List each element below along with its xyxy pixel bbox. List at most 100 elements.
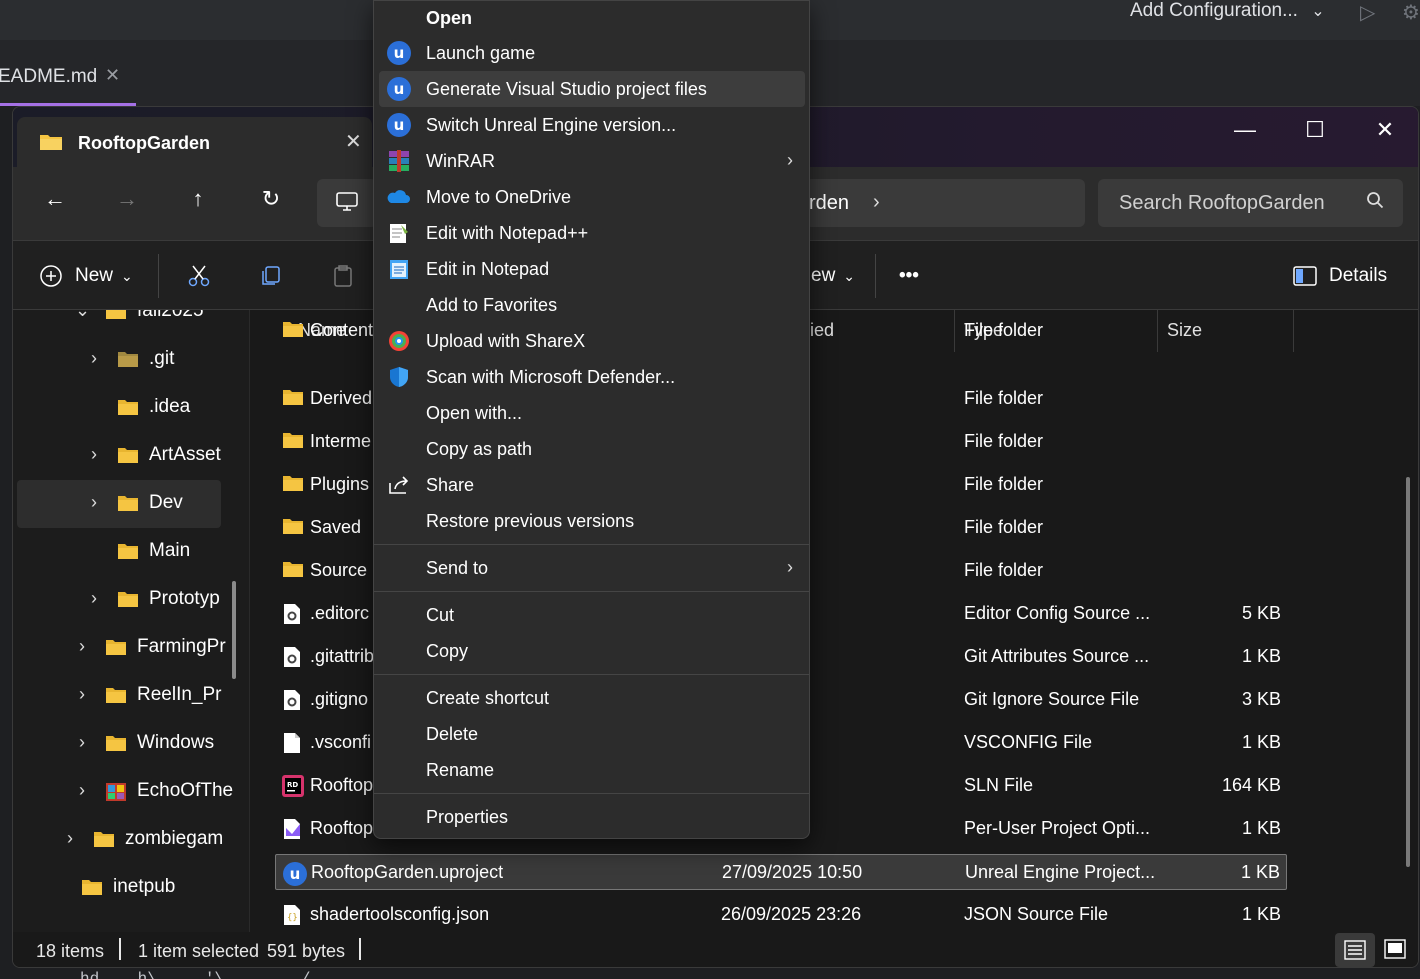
cut-icon[interactable] [187,241,211,311]
menu-item-upload-with-sharex[interactable]: Upload with ShareX [379,323,805,359]
chevron-right-icon[interactable]: › [873,191,880,214]
folder-icon [117,398,139,422]
nav-item-echoofthe[interactable]: › EchoOfThe [17,768,233,816]
details-pane-button[interactable]: Details [1293,241,1387,311]
run-icon[interactable]: ▷ [1360,0,1375,25]
ide-editor-tab[interactable]: EADME.md ✕ [0,62,136,106]
close-icon[interactable]: ✕ [345,129,362,154]
config-file-icon [282,689,304,711]
nav-item-label: FarmingPr [137,636,226,657]
file-date: 27/09/2025 10:50 [722,862,863,882]
menu-item-edit-with-notepad[interactable]: Edit with Notepad++ [379,215,805,251]
menu-item-copy[interactable]: Copy [379,633,805,669]
nav-item-idea[interactable]: .idea [17,384,221,432]
column-divider[interactable] [1293,310,1294,352]
search-input[interactable]: Search RooftopGarden [1119,192,1325,215]
nav-item-zombiegam[interactable]: › zombiegam [17,816,223,864]
nav-item-label: Dev [149,492,183,513]
up-icon[interactable]: ↑ [180,186,216,220]
menu-item-open[interactable]: Open [379,0,805,36]
file-type: Git Ignore Source File [964,689,1140,709]
chevron-right-icon[interactable]: › [91,444,97,465]
file-size: 1 KB [1241,904,1281,924]
nav-item-reelin-pr[interactable]: › ReelIn_Pr [17,672,222,720]
chevron-right-icon[interactable]: › [79,780,85,801]
chevron-right-icon[interactable]: › [79,732,85,753]
details-view-button[interactable] [1335,933,1375,967]
menu-item-open-with[interactable]: Open with... [379,395,805,431]
menu-item-properties[interactable]: Properties [379,799,805,835]
refresh-icon[interactable]: ↻ [253,186,289,220]
menu-item-winrar[interactable]: WinRAR › [379,143,805,179]
menu-item-scan-with-microsoft-defender[interactable]: Scan with Microsoft Defender... [379,359,805,395]
run-debug-icons[interactable]: ▷ ⚙ [1350,0,1420,30]
folder-icon [105,782,127,808]
nav-item-label: EchoOfThe [137,780,234,801]
menu-item-label: Switch Unreal Engine version... [426,115,677,135]
chevron-right-icon[interactable]: › [79,636,85,657]
menu-item-move-to-onedrive[interactable]: Move to OneDrive [379,179,805,215]
file-row[interactable]: u RooftopGarden.uproject 27/09/2025 10:50 U… [275,854,1287,890]
nav-item-label: Prototyp [149,588,220,609]
chevron-right-icon[interactable]: › [67,828,73,849]
menu-item-edit-in-notepad[interactable]: Edit in Notepad [379,251,805,287]
nav-item-prototyp[interactable]: › Prototyp [17,576,221,624]
nav-item-farmingpr[interactable]: › FarmingPr [17,624,226,672]
menu-item-create-shortcut[interactable]: Create shortcut [379,680,805,716]
address-bar[interactable]: rden › [805,179,1085,227]
menu-item-cut[interactable]: Cut [379,597,805,633]
explorer-tab[interactable]: RooftopGarden ✕ [17,117,372,169]
nav-item-main[interactable]: Main [17,528,221,576]
tiles-view-button[interactable] [1379,933,1413,967]
close-icon[interactable]: ✕ [105,65,120,86]
nav-item-windows[interactable]: › Windows [17,720,221,768]
minimize-button[interactable]: — [1215,117,1275,147]
search-box[interactable]: Search RooftopGarden [1098,179,1403,227]
nav-item-git[interactable]: › .git [17,336,221,384]
chevron-right-icon: › [787,150,793,170]
defender-icon [387,365,411,389]
file-list-scrollbar[interactable] [1406,477,1410,867]
nav-scrollbar[interactable] [232,581,236,679]
paste-icon[interactable] [331,241,355,311]
chevron-right-icon[interactable]: › [91,348,97,369]
file-name: Derived [310,388,373,408]
menu-item-switch-unreal-engine-version[interactable]: u Switch Unreal Engine version... [379,107,805,143]
menu-item-share[interactable]: Share [379,467,805,503]
nav-item-inetpub[interactable]: inetpub [17,864,221,912]
more-options-button[interactable]: ••• [899,241,919,311]
back-icon[interactable]: ← [37,186,73,220]
debug-icon[interactable]: ⚙ [1402,0,1420,25]
copy-icon[interactable] [259,241,283,311]
this-pc-button[interactable] [317,179,377,227]
menu-item-launch-game[interactable]: u Launch game [379,35,805,71]
menu-item-rename[interactable]: Rename [379,752,805,788]
menu-item-generate-visual-studio-project-files[interactable]: u Generate Visual Studio project files [379,71,805,107]
chevron-down-icon[interactable]: ⌄ [75,310,90,321]
menu-item-label: Add to Favorites [426,295,558,315]
nav-item-fall2025[interactable]: ⌄ fall2025 [17,310,221,336]
nav-item-artasset[interactable]: › ArtAsset [17,432,221,480]
close-window-button[interactable]: ✕ [1355,117,1415,147]
menu-item-send-to[interactable]: Send to › [379,550,805,586]
menu-item-delete[interactable]: Delete [379,716,805,752]
sharex-icon [387,329,411,353]
nav-item-label: .git [149,348,175,369]
chevron-right-icon[interactable]: › [91,492,97,513]
add-configuration-button[interactable]: Add Configuration... ⌄ [1130,0,1325,22]
menu-item-restore-previous-versions[interactable]: Restore previous versions [379,503,805,539]
chevron-right-icon[interactable]: › [79,684,85,705]
new-button[interactable]: New ⌄ [39,241,133,311]
file-type: Per-User Project Opti... [964,818,1151,838]
chevron-right-icon[interactable]: › [91,588,97,609]
details-pane-icon [1293,266,1317,286]
menu-item-copy-as-path[interactable]: Copy as path [379,431,805,467]
maximize-button[interactable]: ☐ [1285,117,1345,147]
file-row[interactable]: {} shadertoolsconfig.json 26/09/2025 23:26… [275,897,1287,932]
file-name: Content [310,320,374,340]
menu-item-add-to-favorites[interactable]: Add to Favorites [379,287,805,323]
folder-icon [117,350,139,374]
view-button[interactable]: ew ⌄ [811,241,855,311]
forward-icon[interactable]: → [109,186,145,220]
nav-item-dev[interactable]: › Dev [17,480,221,528]
